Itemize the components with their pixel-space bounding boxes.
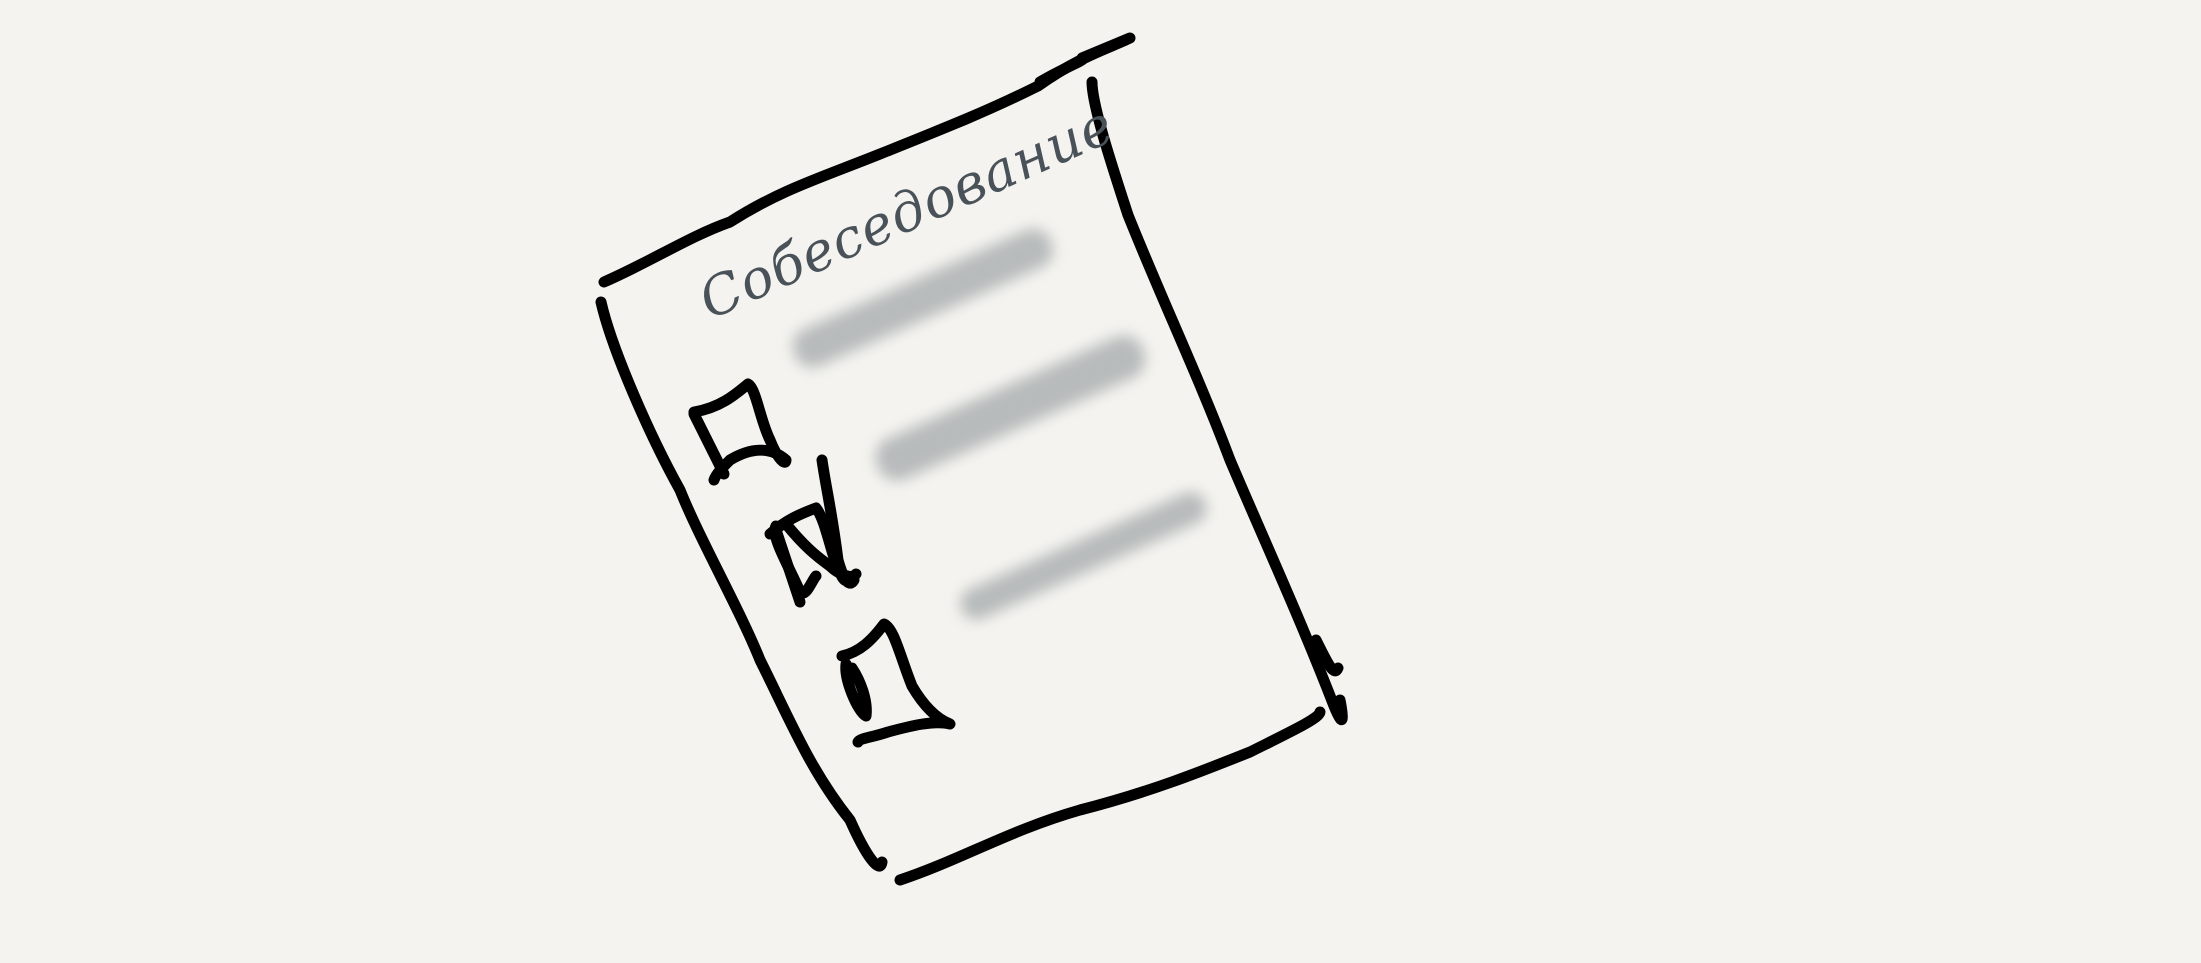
empty-checkbox-icon bbox=[688, 378, 792, 486]
paper-bottom-edge bbox=[894, 706, 1326, 886]
paper-right-edge bbox=[1086, 76, 1348, 726]
checkmark-checkbox-icon bbox=[764, 454, 862, 608]
blurred-text-line bbox=[875, 335, 1146, 481]
checklist-item bbox=[836, 491, 1207, 748]
paper-top-edge-end bbox=[1034, 54, 1088, 88]
blurred-text-line bbox=[960, 491, 1207, 620]
empty-checkbox-icon bbox=[836, 618, 956, 748]
interview-checklist-sketch: Собеседование bbox=[595, 32, 1348, 886]
